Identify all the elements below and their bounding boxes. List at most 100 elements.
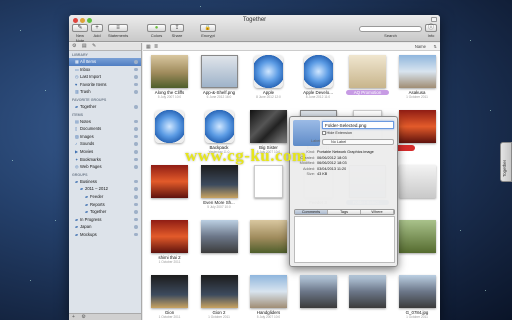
sidebar-item-web-pages[interactable]: ◎ Web Pages	[69, 163, 141, 171]
sidebar: ⚙ ▤ ✎ Library ▦All Items ▭Inbox ◷ Last Imp…	[69, 43, 142, 320]
list-icon: ≡	[108, 24, 128, 32]
count-badge	[134, 217, 138, 222]
item-thumbnail	[398, 55, 436, 88]
metadata-list: Kind: Portable Network Graphics image Crea…	[293, 150, 396, 178]
sidebar-item-label: Last Import	[80, 74, 101, 80]
info-button[interactable]: ⓘ Info	[425, 24, 437, 38]
sidebar-item-label: Documents	[80, 126, 102, 132]
sidebar-item-notes[interactable]: ▤Notes	[69, 118, 141, 126]
sort-menu[interactable]: Name	[415, 44, 426, 49]
sidebar-footer: + ⚙	[69, 313, 141, 320]
sidebar-item-mockups[interactable]: ▰ Mockups	[69, 231, 141, 239]
sidebar-item-movies[interactable]: ▶ Movies	[69, 148, 141, 156]
items-toolbar: ▦ ≣ Name ⇅	[143, 43, 440, 51]
sidebar-section-title: Favorite Groups	[72, 97, 107, 102]
sort-direction-icon[interactable]: ⇅	[433, 44, 437, 49]
view-grid-icon[interactable]: ▦	[146, 44, 151, 50]
sidebar-item-in-progress[interactable]: ▰ In Progress	[69, 216, 141, 224]
item-thumbnail	[398, 110, 436, 143]
sidebar-item-business[interactable]: ▰ Business	[69, 178, 141, 186]
encrypt-button[interactable]: 🔒 Encrypt	[200, 24, 216, 38]
sidebar-item-japan[interactable]: ▰ Japan	[69, 223, 141, 231]
share-button[interactable]: ⇪ Share	[170, 24, 184, 38]
window-title: Together	[242, 17, 267, 23]
action-menu-icon[interactable]: ⚙	[81, 314, 85, 320]
lock-icon: 🔒	[200, 24, 216, 32]
count-badge	[134, 90, 138, 94]
search-input[interactable]	[359, 26, 422, 32]
sidebar-item-trash[interactable]: ▥Trash	[69, 88, 141, 96]
sidebar-item-inbox[interactable]: ▭Inbox	[69, 66, 141, 74]
grid-item[interactable]: Asakusa 1 October 2011	[388, 54, 441, 111]
sidebar-item-all-items[interactable]: ▦All Items	[69, 58, 141, 66]
filename-field[interactable]: Folder-Selected.png	[322, 121, 394, 129]
item-thumbnail	[254, 55, 283, 88]
together-side-tab[interactable]: Together	[500, 142, 512, 182]
item-thumbnail	[398, 165, 436, 198]
sidebar-item-reports[interactable]: ▰ Reports	[69, 201, 141, 209]
count-badge	[134, 127, 138, 131]
count-badge	[134, 104, 138, 109]
sidebar-item-label: Images	[80, 133, 94, 139]
sidebar-item-last-import[interactable]: ◷ Last Import	[69, 73, 141, 81]
sidebar-item-feeder[interactable]: ▰ Feeder	[69, 193, 141, 201]
item-thumbnail	[204, 110, 234, 143]
sidebar-item-images[interactable]: ▨Images	[69, 133, 141, 141]
add-icon[interactable]: +	[72, 314, 75, 320]
sidebar-item-documents[interactable]: ▯ Documents	[69, 125, 141, 133]
colors-button[interactable]: ● Colors	[147, 24, 166, 38]
count-badge	[134, 67, 138, 72]
tab-tags[interactable]: Tags	[328, 210, 361, 214]
add-button[interactable]: + Add	[91, 24, 103, 38]
sidebar-item-label: Trash	[80, 89, 91, 95]
sidebar-item-label: Inbox	[80, 66, 91, 72]
watermark-text: www.cg-ku.com	[185, 146, 307, 165]
item-thumbnail	[398, 220, 436, 253]
sidebar-item-label: 2011 – 2012	[85, 186, 108, 192]
sidebar-item-favorite-items[interactable]: ♥ Favorite Items	[69, 81, 141, 89]
sidebar-item-label: Web Pages	[80, 164, 102, 170]
sidebar-item-together[interactable]: ▰ Together	[69, 103, 141, 111]
comments-textarea[interactable]	[294, 216, 395, 263]
item-thumbnail	[398, 275, 436, 308]
sidebar-item-bookmarks[interactable]: ✦ Bookmarks	[69, 156, 141, 164]
sidebar-list: Library ▦All Items ▭Inbox ◷ Last Import ♥ F…	[69, 51, 141, 238]
hide-extension-checkbox[interactable]: Hide Extension	[322, 131, 352, 135]
color-swatch-icon: ●	[147, 24, 166, 32]
metadata-row: Size: 43 KB	[293, 172, 396, 178]
grid-item[interactable]: G_0784.jpg 1 October 2011	[388, 274, 441, 320]
item-thumbnail	[250, 110, 287, 143]
gear-icon[interactable]: ⚙	[72, 43, 76, 49]
fullscreen-button[interactable]	[431, 17, 437, 22]
new-note-button[interactable]: ✎ New Note	[72, 24, 88, 43]
inspector-tabs: Comments Tags Where	[294, 209, 395, 215]
item-thumbnail	[303, 55, 333, 88]
statements-button[interactable]: ≡ Statements	[108, 24, 128, 38]
count-badge	[134, 165, 138, 169]
count-badge	[134, 119, 138, 124]
item-thumbnail	[250, 275, 287, 308]
item-date: 1 October 2011	[406, 315, 428, 319]
count-badge	[134, 232, 138, 237]
pencil-icon: ✎	[72, 24, 88, 32]
view-list-icon[interactable]: ≣	[154, 44, 158, 50]
tag-icon[interactable]: ✎	[92, 43, 96, 49]
tab-comments[interactable]: Comments	[295, 210, 328, 214]
label-select[interactable]: No Label	[322, 139, 394, 145]
tab-where[interactable]: Where	[361, 210, 394, 214]
item-thumbnail	[299, 275, 337, 308]
item-thumbnail	[200, 275, 238, 308]
sidebar-item-2011-2012[interactable]: ▰ 2011 – 2012	[69, 185, 141, 193]
sidebar-item-label: Japan	[80, 224, 92, 230]
sidebar-item-sounds[interactable]: ♪ Sounds	[69, 140, 141, 148]
sidebar-item-label: All Items	[80, 59, 97, 64]
count-badge	[134, 142, 138, 146]
sidebar-item-label: Mockups	[80, 231, 97, 237]
count-badge	[134, 149, 138, 154]
sidebar-item-label: Favorite Items	[80, 81, 107, 87]
label-key: Label	[311, 139, 321, 143]
add-group-icon[interactable]: ▤	[82, 43, 87, 49]
sidebar-item-together[interactable]: ▰ Together	[69, 208, 141, 216]
share-icon: ⇪	[170, 24, 184, 32]
item-thumbnail	[349, 275, 386, 308]
